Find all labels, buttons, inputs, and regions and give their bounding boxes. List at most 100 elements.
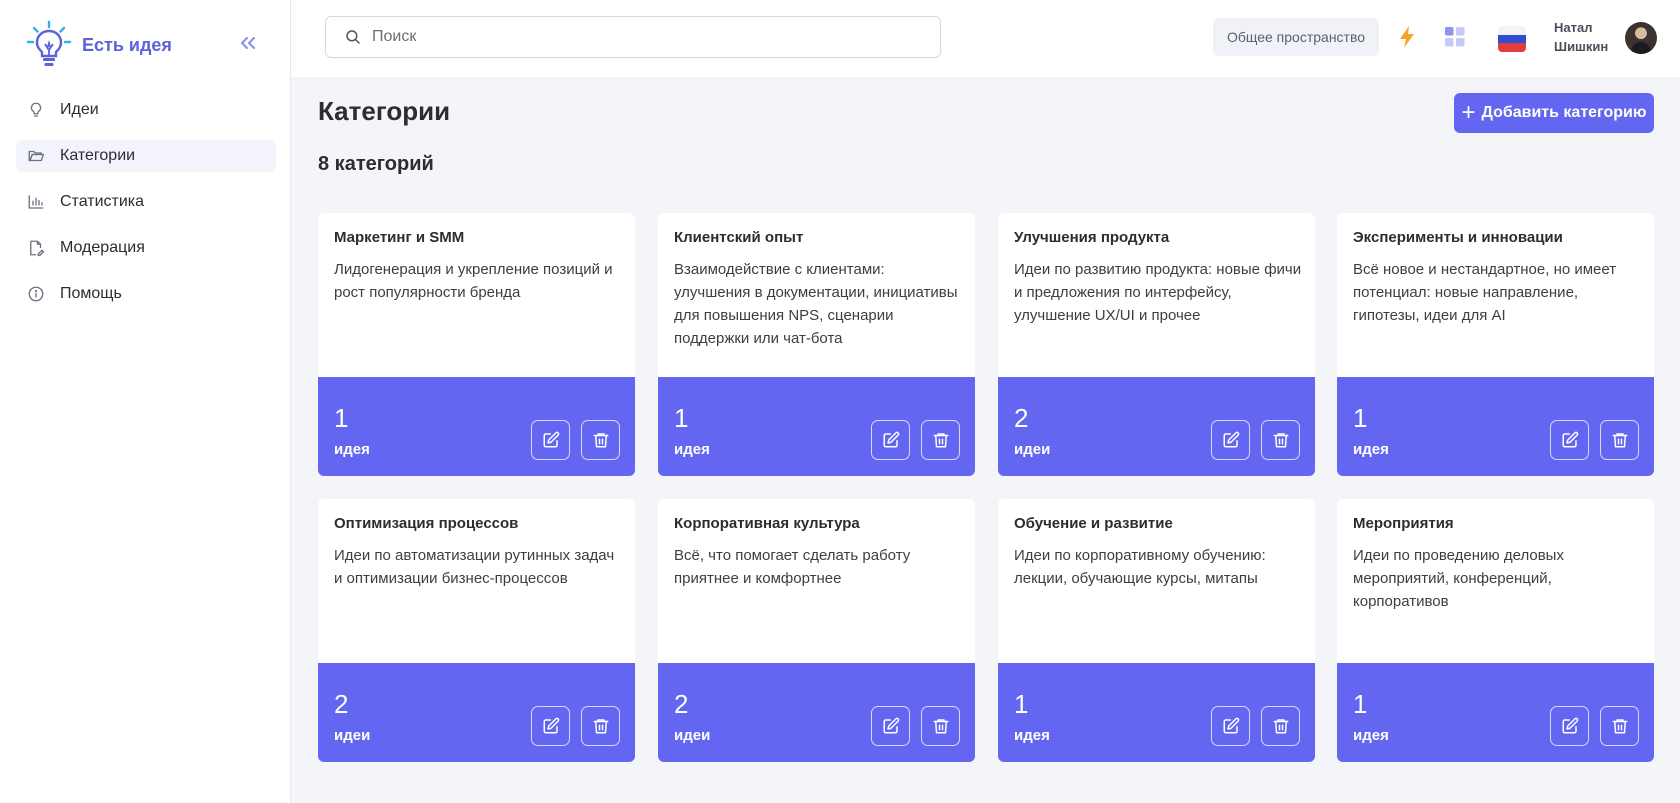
- category-card[interactable]: Эксперименты и инновации Всё новое и нес…: [1337, 213, 1654, 476]
- trash-icon: [593, 719, 608, 734]
- edit-button[interactable]: [1550, 420, 1589, 460]
- category-card[interactable]: Маркетинг и SMM Лидогенерация и укреплен…: [318, 213, 635, 476]
- sidebar-item-ideas[interactable]: Идеи: [16, 94, 276, 126]
- edit-icon: [1223, 717, 1239, 734]
- category-card[interactable]: Мероприятия Идеи по проведению деловых м…: [1337, 499, 1654, 762]
- bar-chart-icon: [26, 192, 46, 212]
- search-input[interactable]: [372, 28, 912, 46]
- delete-button[interactable]: [1261, 706, 1300, 746]
- category-description: Всё новое и нестандартное, но имеет поте…: [1353, 261, 1617, 324]
- page-title: Категории: [318, 96, 451, 126]
- sidebar-item-label: Идеи: [60, 101, 99, 118]
- user-name[interactable]: Натал Шишкин: [1554, 18, 1608, 56]
- category-title: Оптимизация процессов: [334, 515, 519, 532]
- sidebar-item-help[interactable]: Помощь: [16, 278, 276, 310]
- category-footer: 1 идея: [1337, 663, 1654, 762]
- edit-icon: [543, 431, 559, 448]
- collapse-sidebar-button[interactable]: [234, 30, 262, 56]
- category-footer: 1 идея: [1337, 377, 1654, 476]
- category-title: Маркетинг и SMM: [334, 229, 465, 246]
- idea-unit: идея: [1353, 727, 1389, 744]
- delete-button[interactable]: [581, 420, 620, 460]
- sidebar-item-moderation[interactable]: Модерация: [16, 232, 276, 264]
- edit-icon: [1562, 431, 1578, 448]
- idea-count: 1: [1353, 403, 1368, 433]
- categories-count: 8 категорий: [318, 153, 434, 175]
- delete-button[interactable]: [1261, 420, 1300, 460]
- delete-button[interactable]: [581, 706, 620, 746]
- trash-icon: [1612, 433, 1627, 448]
- workspace-selector[interactable]: Общее пространство: [1213, 18, 1379, 56]
- logo[interactable]: Есть идея: [26, 20, 172, 70]
- search-box: [325, 16, 941, 58]
- category-card[interactable]: Оптимизация процессов Идеи по автоматиза…: [318, 499, 635, 762]
- trash-icon: [1273, 433, 1288, 448]
- delete-button[interactable]: [921, 706, 960, 746]
- sidebar-item-categories[interactable]: Категории: [16, 140, 276, 172]
- topbar: Общее пространство Натал Шишкин: [291, 0, 1680, 77]
- trash-icon: [1612, 719, 1627, 734]
- category-description: Лидогенерация и укрепление позиций и рос…: [334, 261, 613, 301]
- edit-button[interactable]: [531, 706, 570, 746]
- category-title: Клиентский опыт: [674, 229, 804, 246]
- edit-button[interactable]: [871, 706, 910, 746]
- idea-unit: идея: [1353, 441, 1389, 458]
- sidebar-item-statistics[interactable]: Статистика: [16, 186, 276, 218]
- lightning-icon[interactable]: [1395, 24, 1419, 50]
- edit-button[interactable]: [1211, 420, 1250, 460]
- category-description: Идеи по автоматизации рутинных задач и о…: [334, 547, 615, 587]
- lightbulb-icon: [26, 100, 46, 120]
- delete-button[interactable]: [1600, 420, 1639, 460]
- edit-button[interactable]: [1211, 706, 1250, 746]
- search-icon: [346, 30, 360, 44]
- moderation-icon: [26, 238, 46, 258]
- edit-button[interactable]: [531, 420, 570, 460]
- category-card[interactable]: Обучение и развитие Идеи по корпоративно…: [998, 499, 1315, 762]
- idea-unit: идея: [1014, 727, 1050, 744]
- idea-count: 1: [1353, 689, 1368, 719]
- avatar[interactable]: [1625, 22, 1657, 54]
- category-footer: 1 идея: [998, 663, 1315, 762]
- language-flag-ru[interactable]: [1498, 26, 1526, 52]
- add-category-button[interactable]: + Добавить категорию: [1454, 93, 1654, 133]
- logo-text: Есть идея: [82, 34, 172, 55]
- idea-unit: идея: [674, 441, 710, 458]
- category-title: Корпоративная культура: [674, 515, 860, 532]
- category-title: Эксперименты и инновации: [1353, 229, 1563, 246]
- category-description: Идеи по развитию продукта: новые фичи и …: [1014, 261, 1302, 324]
- category-card[interactable]: Клиентский опыт Взаимодействие с клиента…: [658, 213, 975, 476]
- category-card[interactable]: Улучшения продукта Идеи по развитию прод…: [998, 213, 1315, 476]
- idea-count: 1: [334, 403, 349, 433]
- info-icon: [26, 284, 46, 304]
- user-last-name: Шишкин: [1554, 39, 1609, 54]
- chevrons-left-icon: [240, 36, 256, 50]
- sidebar-item-label: Помощь: [60, 285, 122, 302]
- category-card[interactable]: Корпоративная культура Всё, что помогает…: [658, 499, 975, 762]
- edit-button[interactable]: [871, 420, 910, 460]
- edit-icon: [1223, 431, 1239, 448]
- idea-unit: идеи: [334, 727, 371, 744]
- edit-button[interactable]: [1550, 706, 1589, 746]
- category-footer: 1 идея: [318, 377, 635, 476]
- sidebar-item-label: Статистика: [60, 193, 145, 210]
- sidebar-item-label: Модерация: [60, 239, 145, 256]
- trash-icon: [593, 433, 608, 448]
- category-title: Улучшения продукта: [1014, 229, 1170, 246]
- delete-button[interactable]: [921, 420, 960, 460]
- trash-icon: [1273, 719, 1288, 734]
- idea-unit: идеи: [1014, 441, 1051, 458]
- trash-icon: [933, 433, 948, 448]
- idea-count: 2: [334, 689, 349, 719]
- idea-count: 1: [1014, 689, 1029, 719]
- edit-icon: [883, 717, 899, 734]
- lightbulb-logo-icon: [26, 20, 72, 66]
- edit-icon: [1562, 717, 1578, 734]
- delete-button[interactable]: [1600, 706, 1639, 746]
- edit-icon: [883, 431, 899, 448]
- idea-unit: идеи: [674, 727, 711, 744]
- apps-grid-icon[interactable]: [1444, 26, 1466, 48]
- idea-count: 2: [674, 689, 689, 719]
- trash-icon: [933, 719, 948, 734]
- folder-icon: [26, 146, 46, 166]
- idea-count: 1: [674, 403, 689, 433]
